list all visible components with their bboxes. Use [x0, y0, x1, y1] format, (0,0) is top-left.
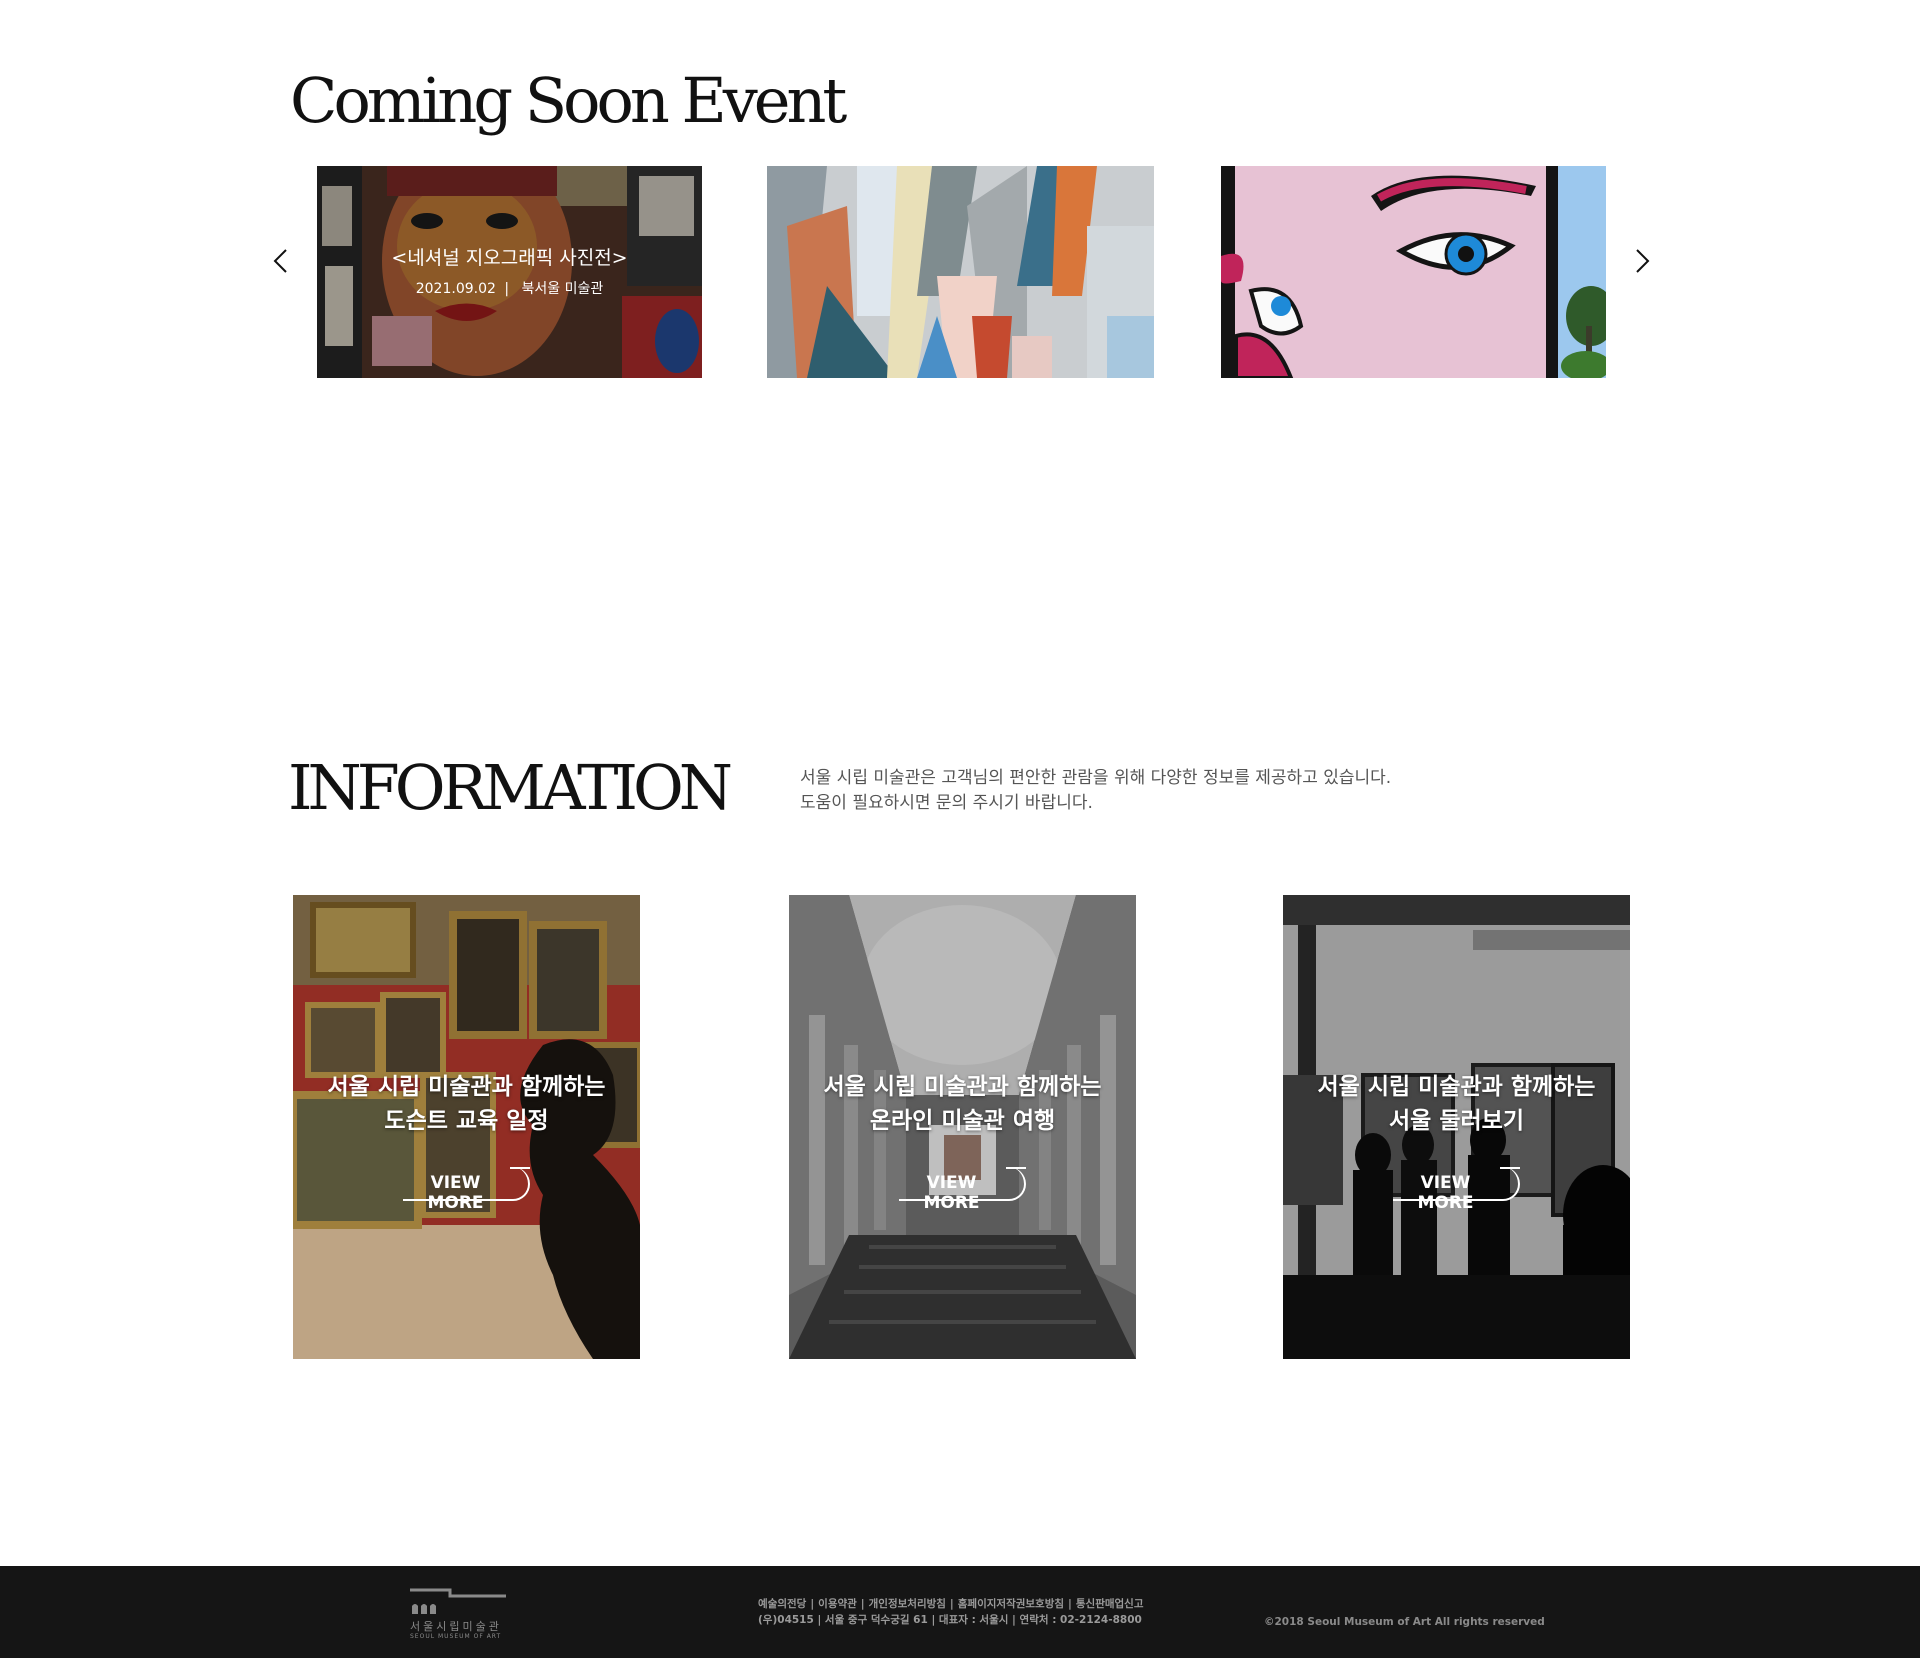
footer-link-separator: | — [860, 1598, 865, 1610]
event-card[interactable] — [1221, 166, 1606, 378]
information-description-line: 서울 시립 미술관은 고객님의 편안한 관람을 위해 다양한 정보를 제공하고 … — [800, 768, 1392, 788]
footer-logo[interactable]: 서울시립미술관 SEOUL MUSEUM OF ART — [410, 1586, 510, 1642]
event-venue: 북서울 미술관 — [521, 281, 604, 297]
chevron-right-icon — [1636, 249, 1650, 273]
event-meta: 2021.09.02 | 북서울 미술관 — [317, 278, 702, 298]
view-more-button[interactable]: VIEW MORE — [1393, 1167, 1520, 1213]
carousel-prev-button[interactable] — [265, 244, 299, 278]
footer-link-copyright-policy[interactable]: 홈페이지저작권보호방침 — [958, 1598, 1064, 1610]
footer-logo-english: SEOUL MUSEUM OF ART — [410, 1633, 502, 1640]
footer-link-ecommerce[interactable]: 통신판매업신고 — [1076, 1598, 1144, 1610]
event-card[interactable] — [767, 166, 1154, 378]
info-card-title-line: 서울 시립 미술관과 함께하는 — [327, 1074, 606, 1100]
event-image — [1221, 166, 1606, 378]
info-card-title-line: 서울 시립 미술관과 함께하는 — [823, 1074, 1102, 1100]
view-more-label: VIEW MORE — [1417, 1173, 1474, 1213]
footer-links: 예술의전당 | 이용약관 | 개인정보처리방침 | 홈페이지저작권보호방침 | 통신판매업신고 … — [758, 1596, 1144, 1628]
info-card-title-line: 서울 둘러보기 — [1389, 1108, 1524, 1134]
event-image — [767, 166, 1154, 378]
museum-logo-icon — [410, 1588, 506, 1614]
information-description-line: 도움이 필요하시면 문의 주시기 바랍니다. — [800, 793, 1093, 813]
footer-link-arts-center[interactable]: 예술의전당 — [758, 1598, 806, 1610]
info-card-title: 서울 시립 미술관과 함께하는 도슨트 교육 일정 — [293, 1070, 640, 1138]
info-card-title-line: 도슨트 교육 일정 — [384, 1108, 549, 1134]
info-card-title: 서울 시립 미술관과 함께하는 서울 둘러보기 — [1283, 1070, 1630, 1138]
chevron-left-icon — [273, 249, 287, 273]
site-footer: 서울시립미술관 SEOUL MUSEUM OF ART 예술의전당 | 이용약관 | 개… — [0, 1566, 1920, 1658]
info-card-title-line: 서울 시립 미술관과 함께하는 — [1317, 1074, 1596, 1100]
footer-link-terms[interactable]: 이용약관 — [818, 1598, 857, 1610]
view-more-label: VIEW MORE — [923, 1173, 980, 1213]
info-card-docent[interactable]: 서울 시립 미술관과 함께하는 도슨트 교육 일정 VIEW MORE — [293, 895, 640, 1359]
event-title: <네셔널 지오그래픽 사진전> — [391, 247, 628, 269]
footer-link-separator: | — [1068, 1598, 1072, 1610]
footer-logo-korean: 서울시립미술관 — [410, 1620, 502, 1633]
info-card-title: 서울 시립 미술관과 함께하는 온라인 미술관 여행 — [789, 1070, 1136, 1138]
event-card[interactable]: <네셔널 지오그래픽 사진전> 2021.09.02 | 북서울 미술관 — [317, 166, 702, 378]
carousel-next-button[interactable] — [1624, 244, 1658, 278]
info-card-title-line: 온라인 미술관 여행 — [869, 1108, 1056, 1134]
footer-link-separator: | — [949, 1598, 954, 1610]
information-heading: INFORMATION — [288, 751, 733, 824]
footer-link-separator: | — [810, 1598, 815, 1610]
footer-link-privacy[interactable]: 개인정보처리방침 — [869, 1598, 946, 1610]
information-description: 서울 시립 미술관은 고객님의 편안한 관람을 위해 다양한 정보를 제공하고 … — [800, 766, 1391, 816]
info-card-online-tour[interactable]: 서울 시립 미술관과 함께하는 온라인 미술관 여행 VIEW MORE — [789, 895, 1136, 1359]
footer-link-row: 예술의전당 | 이용약관 | 개인정보처리방침 | 홈페이지저작권보호방침 | 통신판매업신고 — [758, 1596, 1144, 1612]
event-separator: | — [504, 281, 510, 297]
info-card-seoul-tour[interactable]: 서울 시립 미술관과 함께하는 서울 둘러보기 VIEW MORE — [1283, 895, 1630, 1359]
footer-address: (우)04515 | 서울 중구 덕수궁길 61 | 대표자 : 서울시 | 연… — [758, 1614, 1142, 1626]
event-caption: <네셔널 지오그래픽 사진전> 2021.09.02 | 북서울 미술관 — [317, 246, 702, 298]
event-date: 2021.09.02 — [415, 281, 496, 297]
view-more-button[interactable]: VIEW MORE — [403, 1167, 530, 1213]
footer-copyright: ©2018 Seoul Museum of Art All rights res… — [1264, 1616, 1545, 1628]
view-more-label: VIEW MORE — [427, 1173, 484, 1213]
coming-soon-heading: Coming Soon Event — [290, 64, 847, 137]
view-more-button[interactable]: VIEW MORE — [899, 1167, 1026, 1213]
